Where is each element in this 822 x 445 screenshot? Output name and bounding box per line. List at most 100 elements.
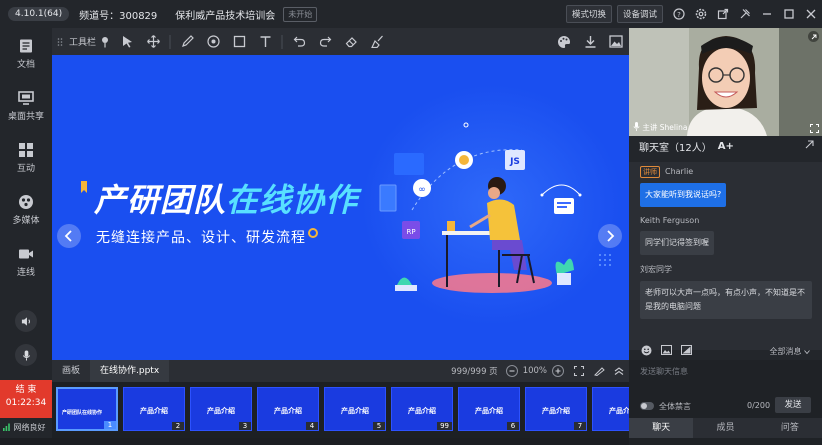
thumbnail-item[interactable]: 产品介绍 6 [458,387,520,431]
end-label: 结 束 [15,385,37,395]
message-author: Charlie [665,167,694,176]
thumbnail-title: 产品介绍 [609,407,629,415]
collapse-thumbnails-button[interactable] [609,360,629,382]
headline-part-2: 在线协作 [226,181,359,219]
tab-qa[interactable]: 问答 [758,418,822,438]
help-icon[interactable]: ? [668,0,690,28]
select-tool[interactable] [114,28,140,55]
sidebar-item-screen-share[interactable]: 桌面共享 [0,90,52,122]
popout-video-button[interactable] [808,31,819,42]
thumbnail-item[interactable]: 产研团队在线协作 1 [56,387,118,431]
mode-switch-button[interactable]: 模式切换 [565,5,612,23]
image-icon [661,345,672,355]
next-slide-button[interactable] [598,224,622,248]
role-badge: 讲师 [640,166,660,178]
redo-button[interactable] [312,28,338,55]
message-bubble: 老师可以大声一点吗，有点小声，不知道是不是我的电脑问题 [640,281,812,319]
download-button[interactable] [577,28,603,55]
thumbnail-item[interactable]: 产品介绍 [592,387,629,431]
thumbnail-number: 4 [306,422,318,430]
message-filter-dropdown[interactable]: 全部消息 [769,346,810,357]
tab-whiteboard[interactable]: 画板 [52,360,90,382]
thumbnail-title: 产品介绍 [475,407,503,415]
font-size-button[interactable]: A+ [718,141,734,152]
laser-pointer-tool[interactable] [200,28,226,55]
whiteboard-toolbar: 工具栏 [52,28,629,55]
pen-icon [181,35,194,47]
send-button[interactable]: 发送 [775,397,811,413]
expand-icon[interactable] [810,124,819,133]
chat-input[interactable]: 发送聊天信息 [640,366,688,377]
chevron-left-icon [64,230,72,242]
fullscreen-button[interactable] [569,360,589,382]
sidebar-item-label: 桌面共享 [7,112,44,122]
tab-chat[interactable]: 聊天 [629,418,694,438]
prev-slide-button[interactable] [57,224,81,248]
eraser-tool[interactable] [338,28,364,55]
thumbnail-item[interactable]: 产品介绍 99 [391,387,453,431]
microphone-button[interactable] [15,344,37,366]
microphone-icon [22,349,30,361]
screen-share-icon [18,91,34,105]
slide-subtitle: 无缝连接产品、设计、研发流程 [96,230,306,246]
svg-text:∞: ∞ [418,185,426,195]
laser-pointer-icon [206,35,220,48]
palette-button[interactable] [551,28,577,55]
sidebar-item-label: 互动 [16,164,35,174]
thumbnail-item[interactable]: 产品介绍 2 [123,387,185,431]
thumbnail-item[interactable]: 产品介绍 3 [190,387,252,431]
microphone-icon [633,122,640,131]
chevron-down-icon [804,349,810,354]
sidebar-item-multimedia[interactable]: 多媒体 [0,194,52,226]
thumbnail-item[interactable]: 产品介绍 4 [257,387,319,431]
close-icon[interactable] [800,0,822,28]
drag-handle-icon[interactable] [57,37,63,47]
image-button[interactable] [603,28,629,55]
share-icon[interactable] [712,0,734,28]
message-bubble: 同学们记得签到喔 [640,231,714,255]
pin-icon[interactable] [734,0,756,28]
pin-toolbar-button[interactable] [96,28,114,55]
thumbnail-item[interactable]: 产品介绍 5 [324,387,386,431]
maximize-icon[interactable] [778,0,800,28]
thumbnail-title: 产研团队在线协作 [62,410,103,416]
message-author: 刘宏同学 [640,265,672,274]
zoom-out-button[interactable] [505,365,518,377]
network-status: 网络良好 [3,422,46,433]
message-bubble: 大家能听到我说话吗? [640,183,727,207]
thumbnail-item[interactable]: 产品介绍 7 [525,387,587,431]
chat-title: 聊天室（12人） [639,142,712,154]
rectangle-tool[interactable] [226,28,252,55]
right-panel-tabs: 聊天 成员 问答 [629,418,822,438]
image-upload-button[interactable] [661,345,672,357]
clear-tool[interactable] [364,28,390,55]
speaker-button[interactable] [15,310,37,332]
sidebar-item-document[interactable]: 文档 [0,38,52,70]
toolbar-divider [278,28,286,55]
message-filter-label: 全部消息 [769,346,802,356]
multimedia-icon [19,195,33,209]
annotate-button[interactable] [589,360,609,382]
settings-icon[interactable] [690,0,712,28]
emoji-button[interactable] [641,345,652,358]
eraser-icon [345,37,357,48]
move-tool[interactable] [140,28,166,55]
thumbnail-number: 6 [507,422,519,430]
mute-all-toggle[interactable] [640,402,654,410]
end-live-button[interactable]: 结 束 01:22:34 [0,380,52,418]
screenshot-button[interactable] [681,345,692,357]
device-test-button[interactable]: 设备调试 [616,5,663,23]
pen-tool[interactable] [174,28,200,55]
undo-button[interactable] [286,28,312,55]
tab-members[interactable]: 成员 [693,418,757,438]
thumbnail-number: 99 [437,422,452,430]
text-tool[interactable] [252,28,278,55]
popout-chat-button[interactable] [805,140,814,152]
sidebar-item-connect[interactable]: 连线 [0,246,52,278]
presentation-slide: ∞ JS RP 产研团队在线协作 无缝连接产品、设计、研发流程 [52,55,629,360]
sidebar-item-interaction[interactable]: 互动 [0,142,52,174]
minimize-icon[interactable] [756,0,778,28]
zoom-in-button[interactable] [552,365,564,377]
tab-file[interactable]: 在线协作.pptx [90,360,170,382]
pin-icon [102,36,109,47]
